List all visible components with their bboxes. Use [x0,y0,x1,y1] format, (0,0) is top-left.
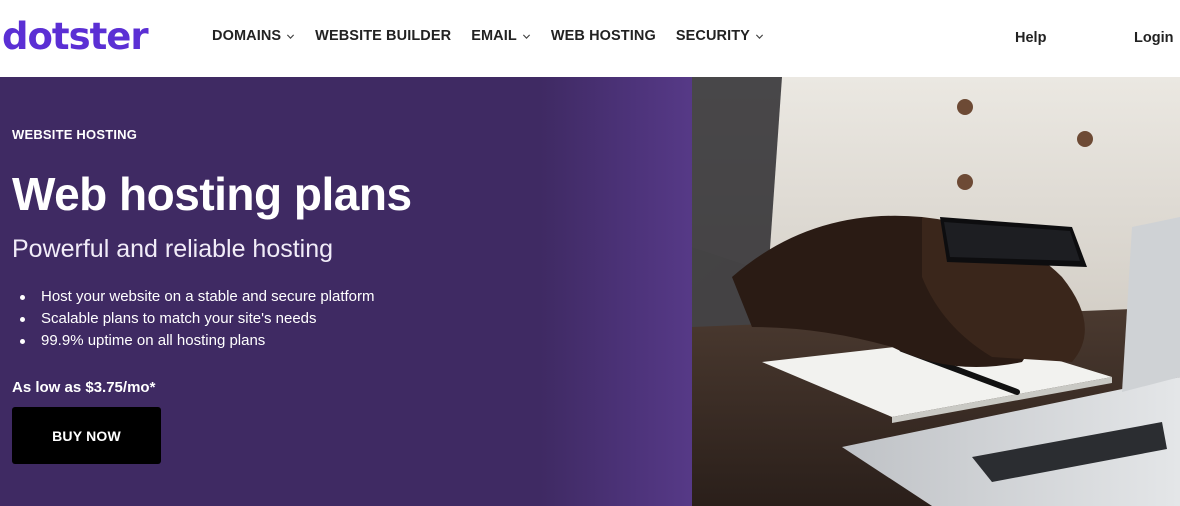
hero-banner: WEBSITE HOSTING Web hosting plans Powerf… [0,77,1180,506]
hero-panel-fade [540,77,692,506]
site-header: dotster DOMAINS WEBSITE BUILDER EMAIL WE… [0,0,1180,77]
list-item: Host your website on a stable and secure… [20,286,375,308]
bullet-icon [20,338,25,344]
list-item: Scalable plans to match your site's need… [20,308,375,330]
nav-email[interactable]: EMAIL [471,28,531,44]
nav-website-builder[interactable]: WEBSITE BUILDER [315,28,451,44]
hero-photo [692,77,1180,506]
hero-subtitle: Powerful and reliable hosting [12,235,334,263]
feature-list: Host your website on a stable and secure… [20,286,375,352]
login-link[interactable]: Login [1134,30,1173,46]
main-nav: DOMAINS WEBSITE BUILDER EMAIL WEB HOSTIN… [212,28,784,44]
buy-now-button[interactable]: BUY NOW [12,407,161,464]
nav-web-hosting[interactable]: WEB HOSTING [551,28,656,44]
price-text: As low as $3.75/mo* [12,379,156,396]
chevron-down-icon [755,33,764,39]
list-item: 99.9% uptime on all hosting plans [20,330,375,352]
hero-title: Web hosting plans [12,168,412,220]
chevron-down-icon [287,33,295,39]
bullet-icon [20,316,25,322]
nav-security[interactable]: SECURITY [676,28,764,44]
bullet-icon [20,294,25,300]
hero-eyebrow: WEBSITE HOSTING [12,127,138,142]
help-link[interactable]: Help [1015,30,1046,46]
nav-domains[interactable]: DOMAINS [212,28,295,44]
dotster-logo[interactable]: dotster [2,14,149,58]
chevron-down-icon [522,33,530,39]
